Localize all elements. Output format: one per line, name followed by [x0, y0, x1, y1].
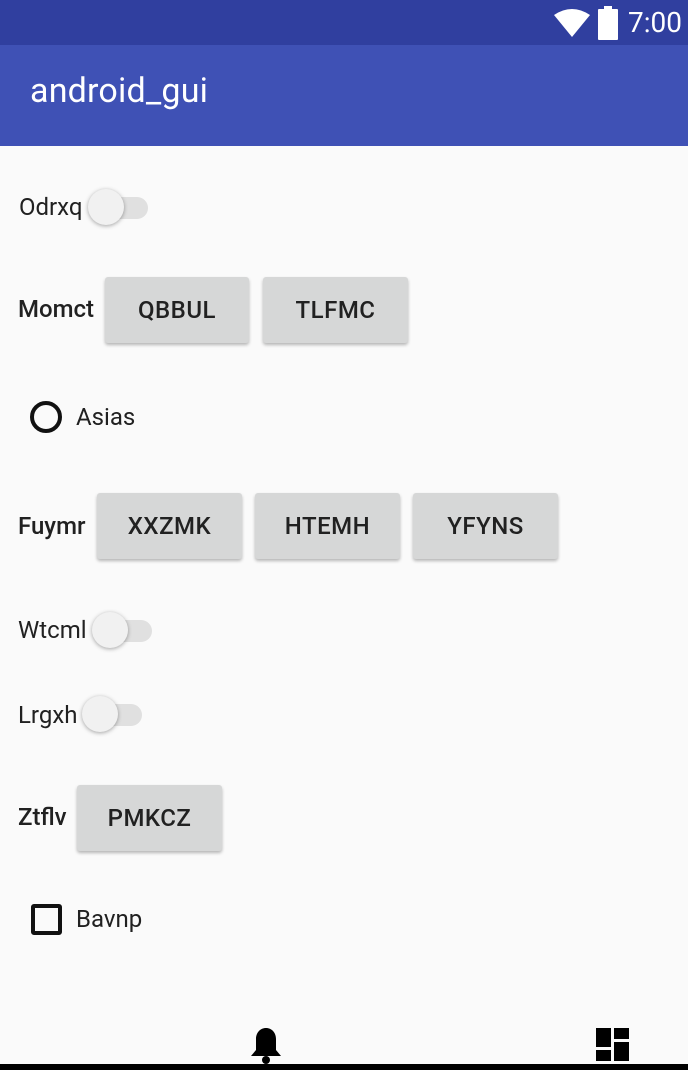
battery-icon	[598, 5, 618, 40]
switch-thumb	[88, 189, 124, 225]
tlfmc-button[interactable]: TLFMC	[263, 277, 408, 343]
app-bar: android_gui	[0, 45, 688, 146]
app-title: android_gui	[30, 71, 209, 111]
status-icons: 7:00	[554, 0, 682, 45]
lrgxh-switch[interactable]	[82, 694, 142, 734]
bavnp-checkbox[interactable]	[31, 904, 62, 935]
bottom-nav	[0, 1010, 688, 1070]
htemh-button[interactable]: HTEMH	[255, 493, 400, 559]
bavnp-label: Bavnp	[76, 905, 143, 933]
switch-thumb	[82, 696, 118, 732]
status-time: 7:00	[628, 6, 682, 39]
status-bar: 7:00	[0, 0, 688, 45]
wtcml-switch[interactable]	[92, 610, 152, 650]
pmkcz-button[interactable]: PMKCZ	[77, 785, 222, 851]
ztflv-label: Ztflv	[18, 803, 67, 831]
xxzmk-button[interactable]: XXZMK	[97, 493, 242, 559]
asias-label: Asias	[76, 403, 136, 431]
qbbul-button[interactable]: QBBUL	[105, 277, 249, 343]
wtcml-label: Wtcml	[18, 616, 87, 644]
fuymr-label: Fuymr	[18, 512, 86, 540]
asias-radio[interactable]	[30, 401, 62, 433]
yfyns-button[interactable]: YFYNS	[413, 493, 558, 559]
switch-thumb	[92, 612, 128, 648]
momct-label: Momct	[18, 295, 95, 323]
dashboard-icon[interactable]	[596, 1028, 629, 1061]
odrxq-label: Odrxq	[19, 193, 83, 221]
lrgxh-label: Lrgxh	[18, 701, 78, 729]
bottom-divider	[0, 1064, 688, 1070]
odrxq-switch[interactable]	[88, 187, 148, 227]
bell-icon[interactable]	[249, 1026, 283, 1064]
wifi-icon	[554, 8, 590, 37]
